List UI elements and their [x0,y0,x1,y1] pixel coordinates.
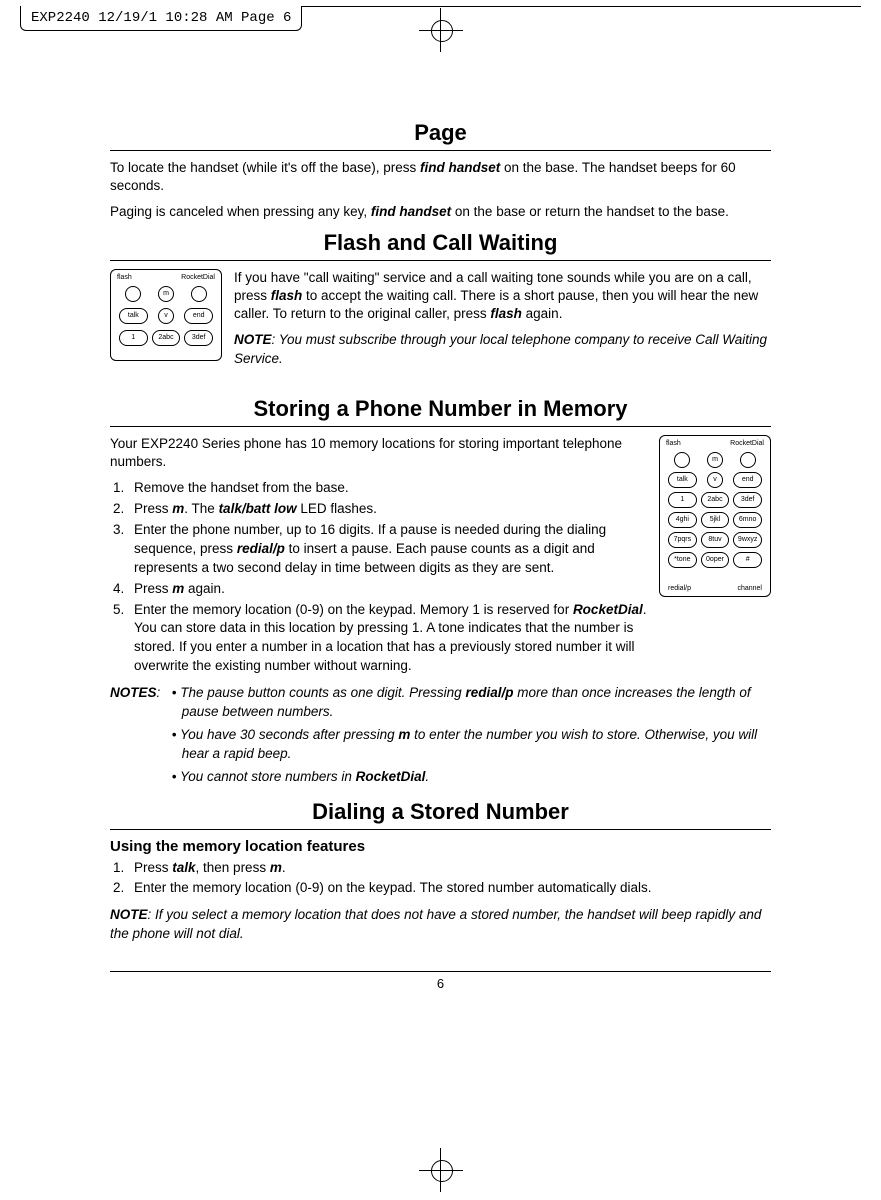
list-item: Press m again. [128,580,647,599]
list-item: Enter the memory location (0-9) on the k… [128,601,647,677]
storing-steps: Remove the handset from the base. Press m… [110,479,647,676]
list-item: Press m. The talk/batt low LED flashes. [128,500,647,519]
storing-intro: Your EXP2240 Series phone has 10 memory … [110,435,647,471]
page-para-1: To locate the handset (while it's off th… [110,159,771,195]
rule [110,829,771,830]
storing-notes: NOTES: • The pause button counts as one … [110,684,771,790]
page-para-2: Paging is canceled when pressing any key… [110,203,771,221]
list-item: Enter the memory location (0-9) on the k… [128,879,771,898]
page-footer: 6 [110,971,771,991]
dialing-steps: Press talk, then press m.Enter the memor… [110,859,771,899]
note-bullet: • You have 30 seconds after pressing m t… [172,726,771,764]
heading-dialing: Dialing a Stored Number [110,799,771,825]
heading-storing: Storing a Phone Number in Memory [110,396,771,422]
list-item: Enter the phone number, up to 16 digits.… [128,521,647,578]
flash-note: NOTE: You must subscribe through your lo… [234,331,771,367]
page-content: Page To locate the handset (while it's o… [0,0,881,1051]
dialing-subhead: Using the memory location features [110,838,771,855]
crop-header-text: EXP2240 12/19/1 10:28 AM Page 6 [20,6,302,31]
list-item: Press talk, then press m. [128,859,771,878]
flash-row: flashRocketDial m talkvend 12abc3def If … [110,269,771,376]
flash-para: If you have "call waiting" service and a… [234,269,771,324]
page-number: 6 [437,976,444,991]
rule [110,150,771,151]
list-item: Remove the handset from the base. [128,479,647,498]
note-bullet: • You cannot store numbers in RocketDial… [172,768,771,787]
handset-keypad-illustration-full: flashRocketDial m talkvend 12abc3def 4gh… [659,435,771,597]
rule [110,426,771,427]
dialing-note: NOTE: If you select a memory location th… [110,906,771,942]
rule [110,260,771,261]
note-bullet: • The pause button counts as one digit. … [172,684,771,722]
storing-row: Your EXP2240 Series phone has 10 memory … [110,435,771,684]
registration-mark-top [421,0,461,40]
heading-page: Page [110,120,771,146]
handset-keypad-illustration-small: flashRocketDial m talkvend 12abc3def [110,269,222,361]
registration-mark-bottom [421,1160,461,1200]
heading-flash: Flash and Call Waiting [110,230,771,256]
